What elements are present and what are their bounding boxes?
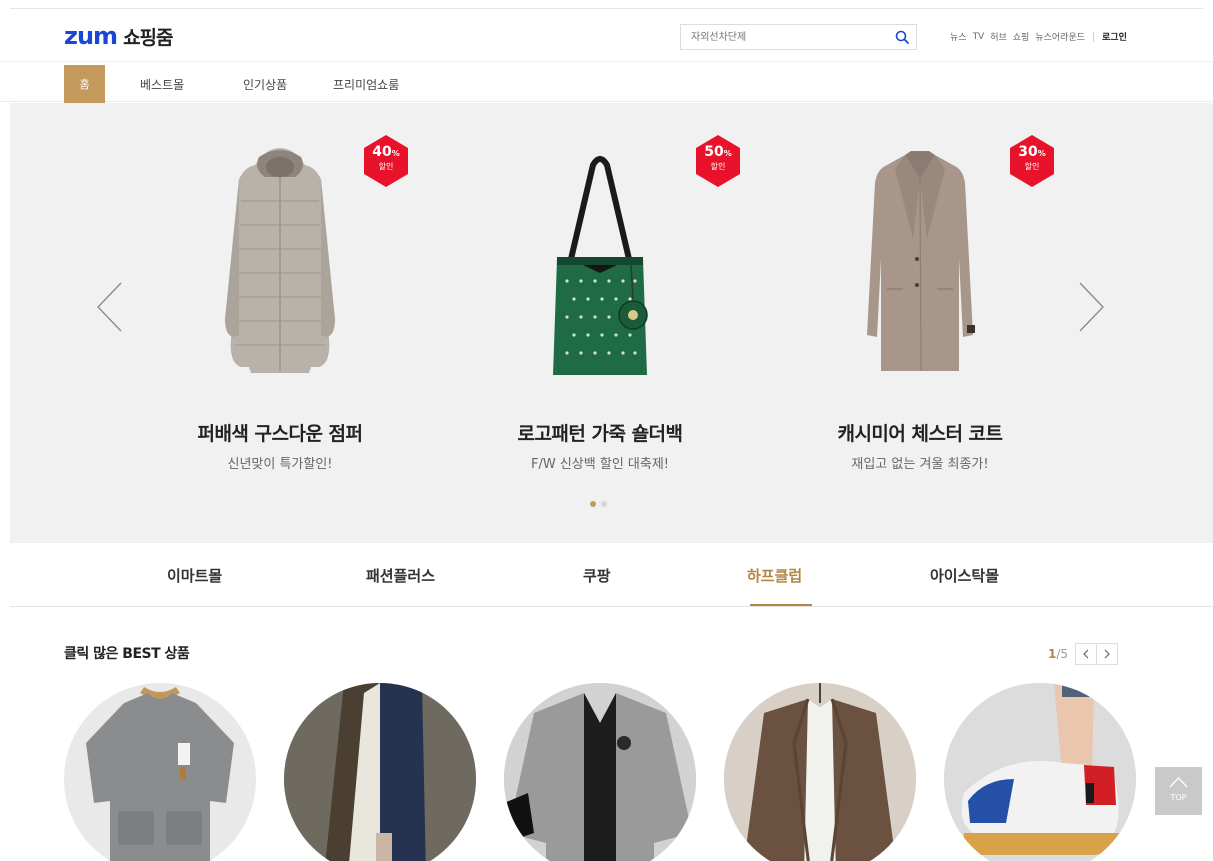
slide-title: 퍼배색 구스다운 점퍼 (197, 423, 363, 445)
chevron-up-icon (1169, 777, 1188, 788)
logo-shopping-zum: 쇼핑줌 (123, 27, 173, 49)
tab-half-club[interactable]: 하프클럽 (747, 565, 802, 586)
long-skirt-image (284, 683, 476, 861)
gnb-tv[interactable]: TV (973, 32, 985, 42)
chevron-left-icon (1083, 649, 1089, 659)
best-product-image[interactable] (64, 683, 256, 861)
brown-jacket-image (724, 683, 916, 861)
logo-zum: zum (64, 22, 118, 50)
header: zum 쇼핑줌 뉴스 TV 허브 쇼핑 뉴스어라운드 로그인 (0, 9, 1213, 61)
gnb-news-around[interactable]: 뉴스어라운드 (1035, 30, 1085, 43)
discount-label: 할인 (1024, 162, 1040, 171)
gray-dress-image (86, 687, 234, 861)
discount-badge: 40% 할인 (362, 135, 410, 187)
slide-subtitle: 재입고 없는 겨울 최종가! (851, 457, 989, 472)
chevron-right-icon (1104, 649, 1110, 659)
login-link[interactable]: 로그인 (1102, 30, 1127, 43)
carousel-next-icon[interactable] (1076, 281, 1106, 333)
mall-tabs: 이마트몰 패션플러스 쿠팡 하프클럽 아이스탁몰 (10, 543, 1213, 607)
chester-coat-image (867, 151, 975, 372)
slide-subtitle: F/W 신상백 할인 대축제! (531, 457, 669, 472)
best-product-image[interactable] (504, 683, 696, 861)
down-jacket-image (225, 148, 335, 373)
nav-home[interactable]: 홈 (64, 65, 105, 103)
tab-fashion-plus[interactable]: 패션플러스 (366, 565, 435, 586)
best-product-image[interactable] (724, 683, 916, 861)
pager-prev-button[interactable] (1075, 643, 1098, 665)
scroll-top-button[interactable]: TOP (1155, 767, 1202, 815)
carousel-dots (590, 501, 612, 507)
nav-premium-showroom[interactable]: 프리미엄쇼룸 (333, 76, 399, 93)
best-section-title: 클릭 많은 BEST 상품 (64, 646, 190, 662)
search-input[interactable] (681, 25, 881, 50)
slide-title: 로고패턴 가죽 숄더백 (517, 423, 683, 445)
gnb-hub[interactable]: 허브 (990, 30, 1007, 43)
discount-value: 50% (704, 144, 732, 160)
discount-badge: 30% 할인 (1008, 135, 1056, 187)
nav-best-mall[interactable]: 베스트몰 (140, 76, 184, 93)
hero-slide[interactable]: 40% 할인 퍼배색 구스다운 점퍼 신년맞이 특가할인! (130, 103, 430, 483)
global-nav: 뉴스 TV 허브 쇼핑 뉴스어라운드 로그인 (950, 30, 1127, 43)
hero-carousel: 40% 할인 퍼배색 구스다운 점퍼 신년맞이 특가할인! 50% 할인 로고패… (10, 103, 1213, 543)
carousel-dot-active[interactable] (590, 501, 596, 507)
gray-cardigan-image (504, 683, 696, 861)
pager-next-button[interactable] (1096, 643, 1119, 665)
search-box (680, 24, 917, 50)
hero-slide[interactable]: 30% 할인 캐시미어 체스터 코트 재입고 없는 겨울 최종가! (770, 103, 1070, 483)
gnb-divider (1093, 31, 1095, 42)
best-pager: 1/5 (1048, 643, 1119, 665)
carousel-dot[interactable] (601, 501, 607, 507)
discount-label: 할인 (710, 162, 726, 171)
category-nav: 홈 베스트몰 인기상품 프리미엄쇼룸 (0, 61, 1213, 103)
tab-emart-mall[interactable]: 이마트몰 (167, 565, 222, 586)
nav-popular-products[interactable]: 인기상품 (243, 76, 287, 93)
hero-slide[interactable]: 50% 할인 로고패턴 가죽 숄더백 F/W 신상백 할인 대축제! (450, 103, 750, 483)
discount-value: 40% (372, 144, 400, 160)
tab-istock-mall[interactable]: 아이스탁몰 (930, 565, 999, 586)
gnb-shopping[interactable]: 쇼핑 (1013, 30, 1030, 43)
slide-title: 캐시미어 체스터 코트 (837, 423, 1003, 445)
discount-value: 30% (1018, 144, 1046, 160)
carousel-prev-icon[interactable] (95, 281, 125, 333)
active-tab-underline (750, 604, 812, 606)
pager-count: 1/5 (1048, 647, 1069, 661)
gnb-news[interactable]: 뉴스 (950, 30, 967, 43)
discount-label: 할인 (378, 162, 394, 171)
best-product-image[interactable] (284, 683, 476, 861)
tab-coupang[interactable]: 쿠팡 (583, 565, 611, 586)
slide-subtitle: 신년맞이 특가할인! (227, 457, 333, 472)
shoulder-bag-image (553, 156, 648, 375)
sneaker-image (944, 683, 1136, 861)
search-icon[interactable] (894, 29, 910, 45)
page: zum 쇼핑줌 뉴스 TV 허브 쇼핑 뉴스어라운드 로그인 홈 베스트몰 인기… (0, 0, 1213, 861)
scroll-top-label: TOP (1170, 793, 1187, 802)
best-product-image[interactable] (944, 683, 1136, 861)
discount-badge: 50% 할인 (694, 135, 742, 187)
logo[interactable]: zum 쇼핑줌 (64, 22, 174, 50)
